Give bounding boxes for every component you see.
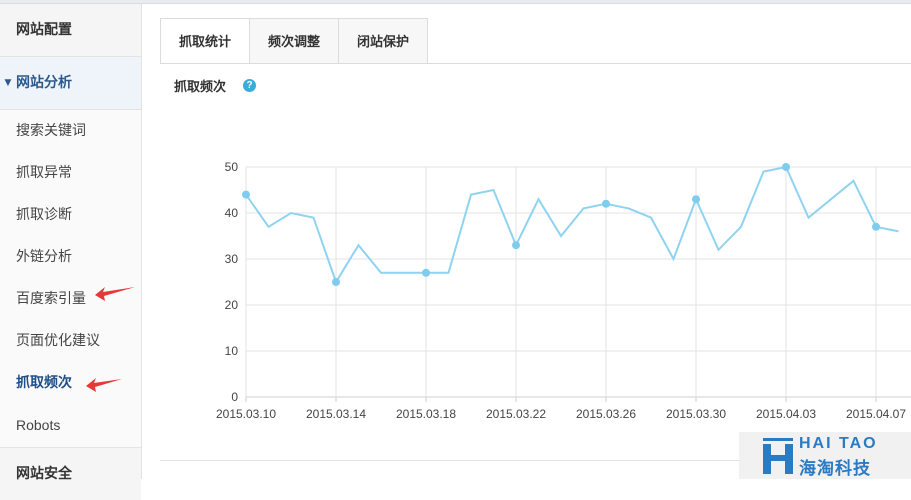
sidebar-list: 搜索关键词 抓取异常 抓取诊断 外链分析 百度索引量 页面优化建议 抓取频次 R… [0,110,141,446]
data-point-marker [602,199,610,208]
y-tick-label: 10 [225,344,239,358]
x-tick-label: 2015.03.22 [486,407,546,421]
y-tick-label: 50 [225,160,239,174]
x-tick-label: 2015.03.14 [306,407,366,421]
tab-site-closure[interactable]: 闭站保护 [338,18,428,64]
data-point-marker [332,278,340,286]
content-divider [160,460,740,461]
x-tick-label: 2015.03.10 [216,407,276,421]
sidebar-item-robots[interactable]: Robots [0,404,141,446]
sidebar-item-fetch-diagnosis[interactable]: 抓取诊断 [0,194,141,236]
sidebar: 网站配置 ▼ 网站分析 搜索关键词 抓取异常 抓取诊断 外链分析 百度索引量 页面… [0,4,142,500]
y-tick-label: 40 [225,206,239,220]
section-title: 抓取频次 [174,80,227,95]
y-tick-label: 20 [225,298,239,312]
x-tick-label: 2015.03.18 [396,407,456,421]
y-tick-label: 0 [231,390,238,404]
sidebar-item-backlinks[interactable]: 外链分析 [0,236,141,278]
series-line [245,165,899,285]
data-point-marker [242,190,250,199]
haitao-logo-icon [763,438,793,474]
chart-svg: 0 10 20 30 40 50 2015.03.10 2015.03.14 2015.03.… [216,160,911,421]
watermark-line2: 海淘科技 [799,459,871,479]
crawl-frequency-chart: 0 10 20 30 40 50 2015.03.10 2015.03.14 2015.03.… [160,140,911,430]
tab-crawl-stats[interactable]: 抓取统计 [160,18,250,64]
sidebar-item-keywords[interactable]: 搜索关键词 [0,110,141,152]
data-point-marker [422,268,430,277]
watermark-logo: HAI TAO 海淘科技 [739,432,911,479]
data-point-marker [872,222,880,231]
sidebar-item-page-optimization[interactable]: 页面优化建议 [0,320,141,362]
sidebar-section-security[interactable]: 网站安全 [0,447,141,500]
tab-frequency-adjust[interactable]: 频次调整 [249,18,339,64]
data-point-marker [782,163,790,171]
annotation-arrow-icon [95,287,135,301]
data-point-marker [692,195,700,204]
caret-down-icon: ▼ [4,78,12,88]
x-tick-label: 2015.03.26 [576,407,636,421]
sidebar-section-analysis-label: 网站分析 [16,75,72,91]
y-tick-label: 30 [225,252,239,266]
sidebar-section-analysis[interactable]: ▼ 网站分析 [0,57,141,110]
annotation-arrow-icon [86,378,122,392]
tabs-divider [160,63,911,64]
x-tick-label: 2015.04.07 [846,407,906,421]
x-tick-label: 2015.04.03 [756,407,816,421]
sidebar-section-config[interactable]: 网站配置 [0,4,141,57]
data-point-marker [512,241,520,250]
x-tick-label: 2015.03.30 [666,407,726,421]
sidebar-item-crawl-errors[interactable]: 抓取异常 [0,152,141,194]
help-icon[interactable]: ? [243,79,256,92]
watermark-line1: HAI TAO [799,435,878,452]
